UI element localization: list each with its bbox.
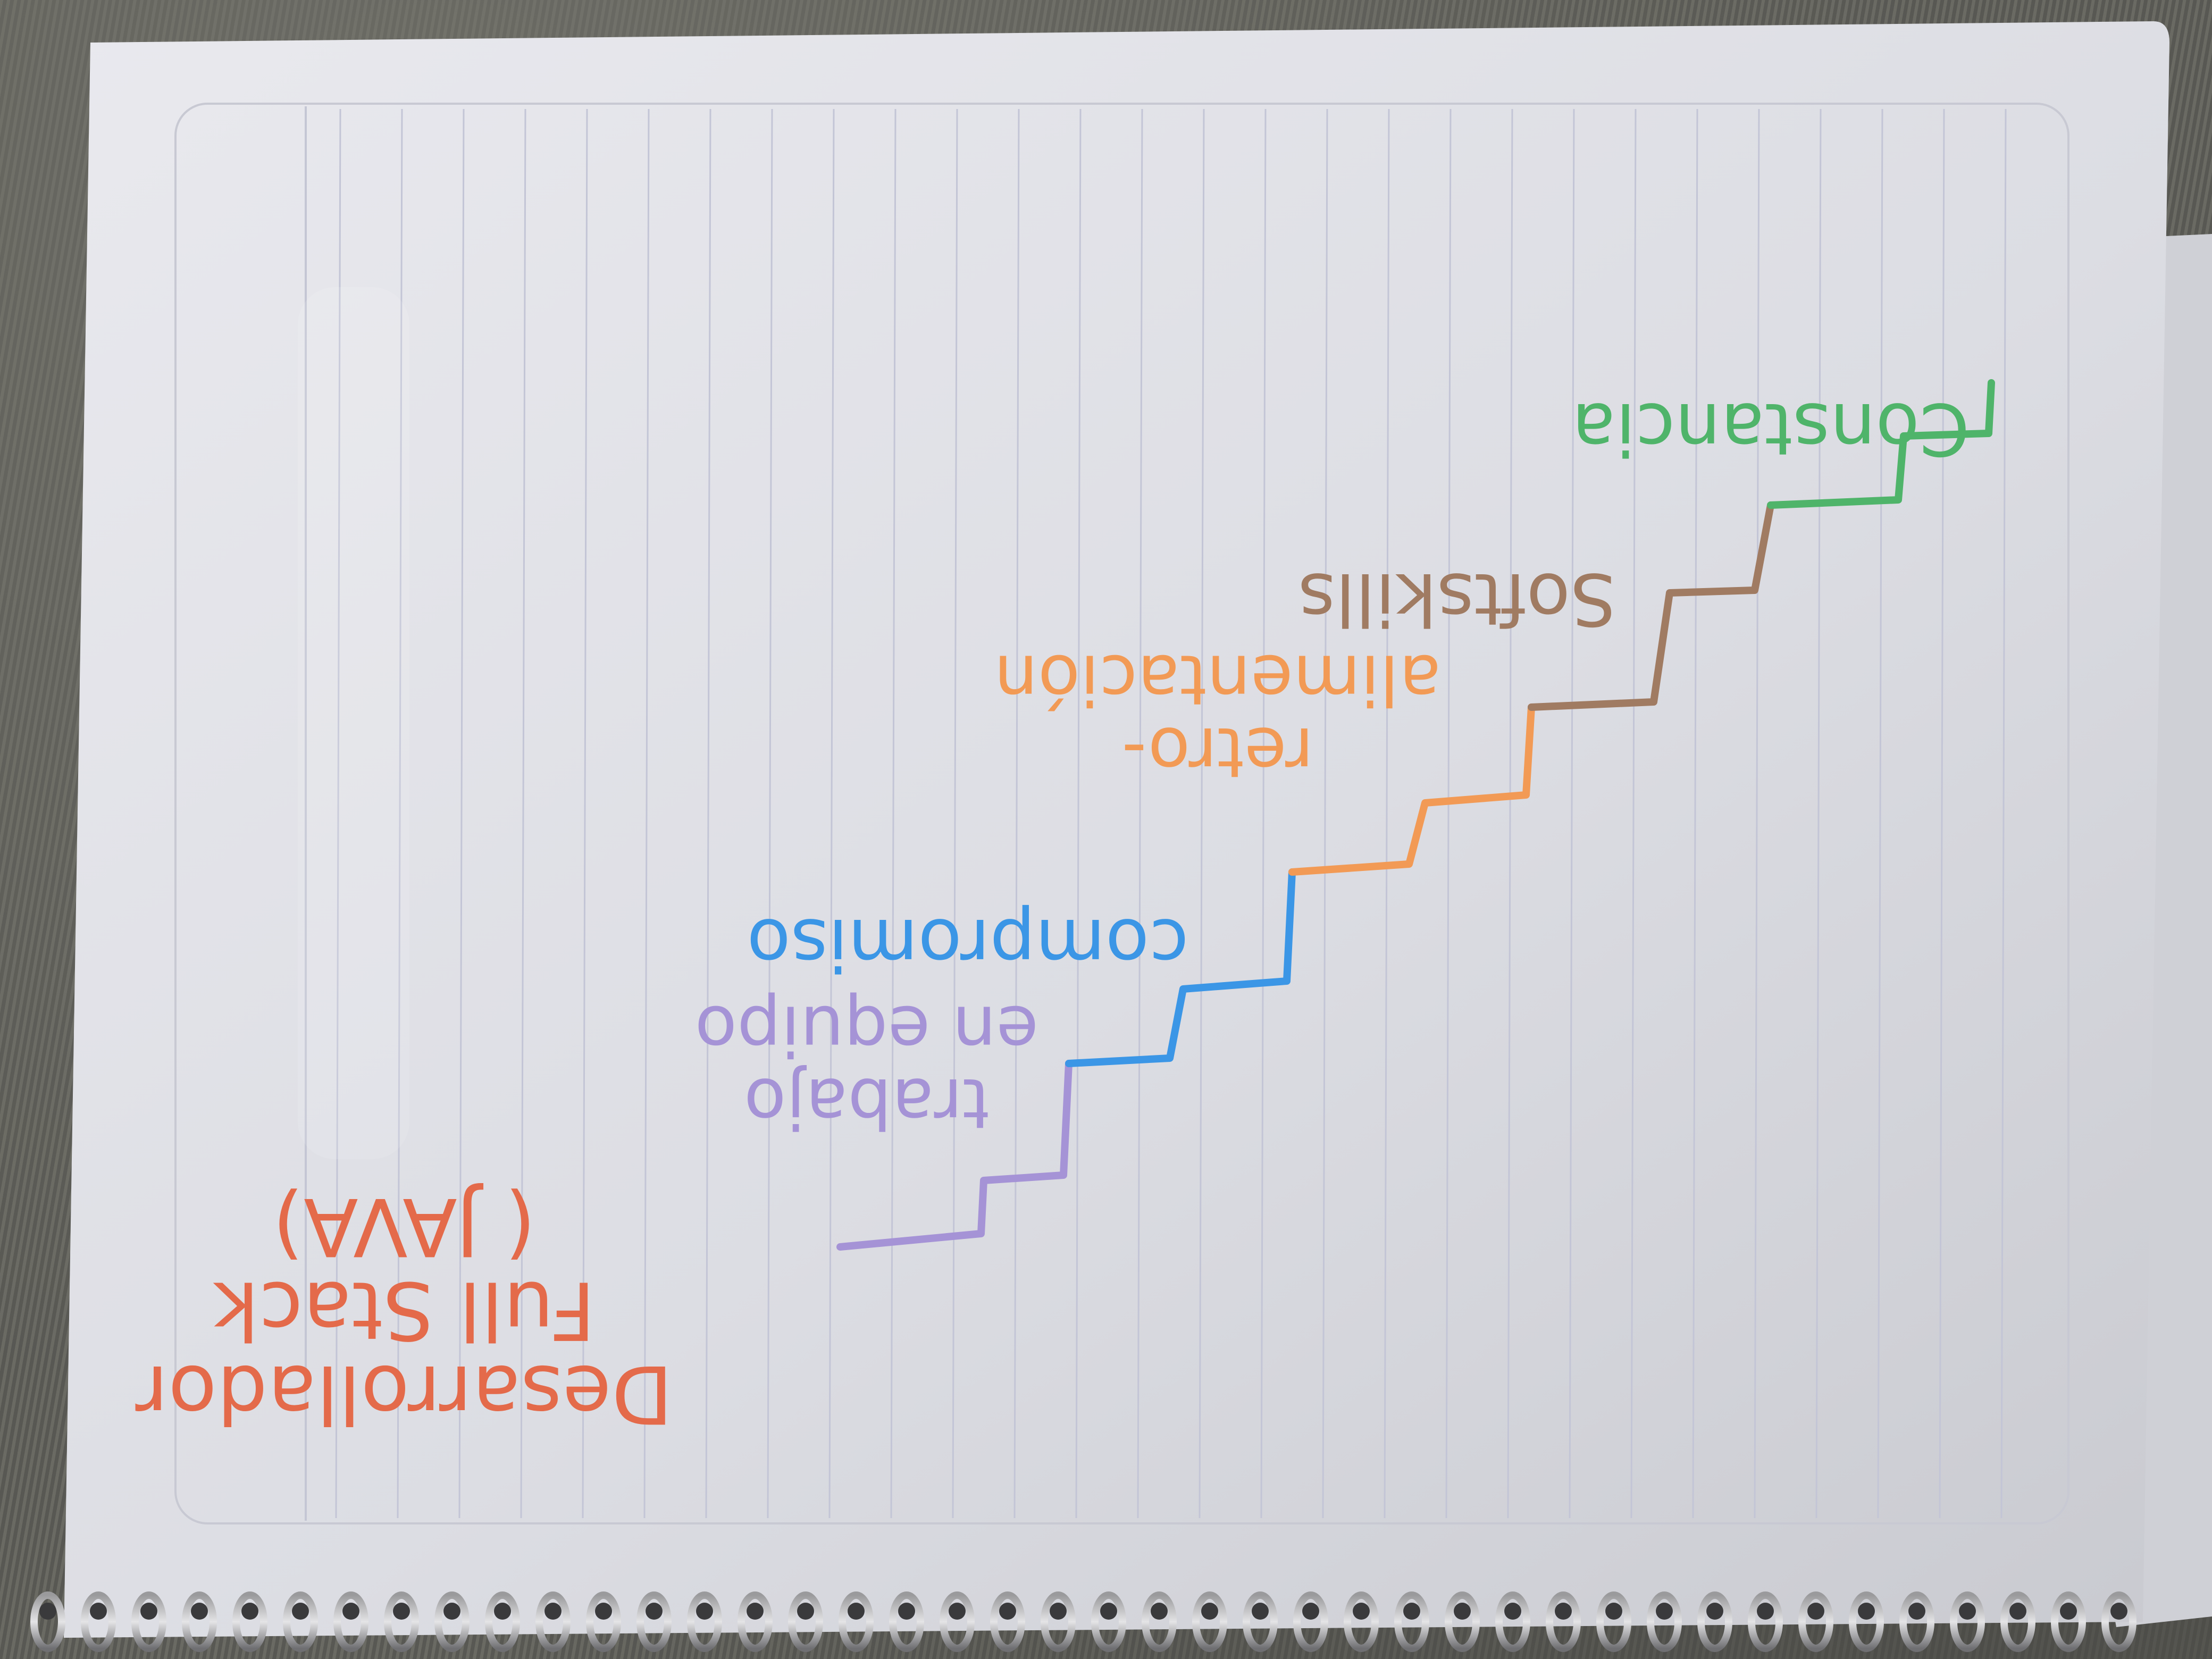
label-retroalimentacion-line: retro- — [1122, 712, 1314, 793]
binding-hole — [1555, 1603, 1572, 1620]
photo-scene: Desarrollador Full Stack( JAVA) trabajo en … — [0, 0, 2212, 1659]
binding-hole — [342, 1603, 359, 1620]
binding-hole — [1151, 1603, 1168, 1620]
binding-hole — [1353, 1603, 1370, 1620]
binding-hole — [393, 1603, 410, 1620]
label-compromiso: compromiso — [747, 903, 1188, 986]
binding-hole — [848, 1603, 865, 1620]
binding-hole — [1807, 1603, 1824, 1620]
title-label-line: Full Stack — [213, 1264, 596, 1356]
title-label-line: ( JAVA) — [273, 1180, 536, 1272]
binding-hole — [1100, 1603, 1117, 1620]
label-trabajo-en-equipo: trabajoen equipo — [695, 991, 1039, 1144]
binding-hole — [241, 1603, 258, 1620]
binding-hole — [747, 1603, 764, 1620]
embossed-text — [298, 287, 409, 1159]
binding-hole — [1605, 1603, 1622, 1620]
binding-hole — [1858, 1603, 1875, 1620]
binding-hole — [292, 1603, 309, 1620]
binding-hole — [595, 1603, 612, 1620]
binding-hole — [646, 1603, 663, 1620]
binding-hole — [1908, 1603, 1925, 1620]
binding-hole — [90, 1603, 107, 1620]
label-trabajo-en-equipo-line: trabajo — [744, 1063, 990, 1144]
binding-hole — [1201, 1603, 1218, 1620]
title-label-line: Desarrollador — [135, 1347, 673, 1440]
binding-hole — [1403, 1603, 1420, 1620]
binding-hole — [1454, 1603, 1471, 1620]
binding-hole — [898, 1603, 915, 1620]
binding-hole — [797, 1603, 814, 1620]
label-softskills-line: Softskills — [1298, 557, 1616, 641]
label-trabajo-en-equipo-line: en equipo — [695, 991, 1039, 1071]
binding-hole — [2110, 1603, 2127, 1620]
binding-hole — [999, 1603, 1016, 1620]
label-retroalimentacion-line: alimentación — [994, 640, 1441, 720]
notebook-page: DesarrolladorFull Stack( JAVA) trabajoen … — [30, 21, 2212, 1652]
binding-hole — [1757, 1603, 1774, 1620]
binding-hole — [696, 1603, 713, 1620]
label-constancia-line: Constancia — [1572, 387, 1970, 471]
binding-hole — [1252, 1603, 1269, 1620]
binding-hole — [2060, 1603, 2077, 1620]
binding-hole — [2009, 1603, 2026, 1620]
label-softskills: Softskills — [1298, 557, 1616, 641]
binding-hole — [544, 1603, 562, 1620]
binding-hole — [39, 1603, 56, 1620]
label-compromiso-line: compromiso — [747, 903, 1188, 986]
binding-hole — [949, 1603, 966, 1620]
binding-hole — [1656, 1603, 1673, 1620]
binding-hole — [191, 1603, 208, 1620]
binding-hole — [1504, 1603, 1521, 1620]
binding-hole — [140, 1603, 157, 1620]
binding-hole — [1302, 1603, 1319, 1620]
label-constancia: Constancia — [1572, 387, 1970, 471]
binding-hole — [1959, 1603, 1976, 1620]
binding-hole — [443, 1603, 460, 1620]
binding-hole — [494, 1603, 511, 1620]
binding-hole — [1050, 1603, 1067, 1620]
binding-hole — [1706, 1603, 1723, 1620]
